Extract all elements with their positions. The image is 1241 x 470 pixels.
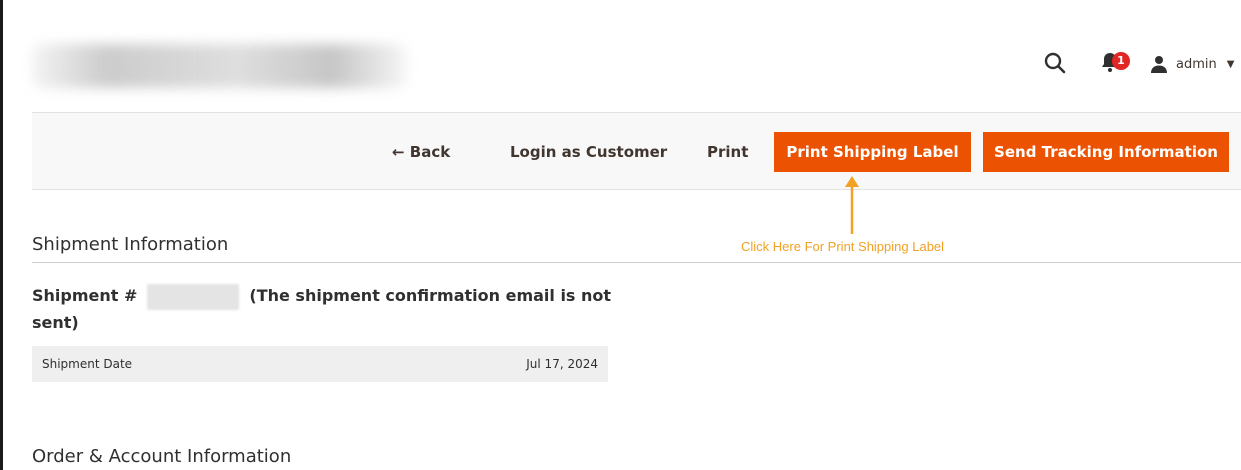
caret-down-icon: ▼ <box>1226 58 1235 70</box>
page-actions-bar: ← Back Login as Customer Print Print Shi… <box>32 112 1241 190</box>
shipment-heading: Shipment # (The shipment confirmation ema… <box>32 283 622 336</box>
print-shipping-label-button[interactable]: Print Shipping Label <box>774 132 971 172</box>
notification-badge[interactable]: 1 <box>1112 52 1130 70</box>
back-button[interactable]: ← Back <box>374 132 468 172</box>
shipment-heading-prefix: Shipment # <box>32 286 138 305</box>
user-menu[interactable]: admin ▼ <box>1150 54 1234 74</box>
order-account-information-title: Order & Account Information <box>32 446 292 467</box>
search-icon[interactable] <box>1044 52 1066 74</box>
user-name: admin <box>1176 56 1217 72</box>
shipment-date-value: Jul 17, 2024 <box>526 357 598 371</box>
user-icon <box>1151 56 1167 73</box>
section-divider <box>32 262 1241 263</box>
print-button[interactable]: Print <box>689 132 766 172</box>
page-header: 1 admin ▼ <box>32 0 1241 112</box>
blurred-shipment-number <box>147 283 240 310</box>
annotation-arrow-icon <box>845 176 859 234</box>
shipment-date-label: Shipment Date <box>42 357 133 371</box>
shipment-date-row: Shipment Date Jul 17, 2024 <box>32 346 608 382</box>
blurred-page-title <box>32 44 407 88</box>
left-border <box>0 0 3 470</box>
send-tracking-information-button[interactable]: Send Tracking Information <box>983 132 1229 172</box>
login-as-customer-button[interactable]: Login as Customer <box>492 132 685 172</box>
shipment-information-title: Shipment Information <box>32 234 229 255</box>
annotation-text: Click Here For Print Shipping Label <box>741 239 945 254</box>
